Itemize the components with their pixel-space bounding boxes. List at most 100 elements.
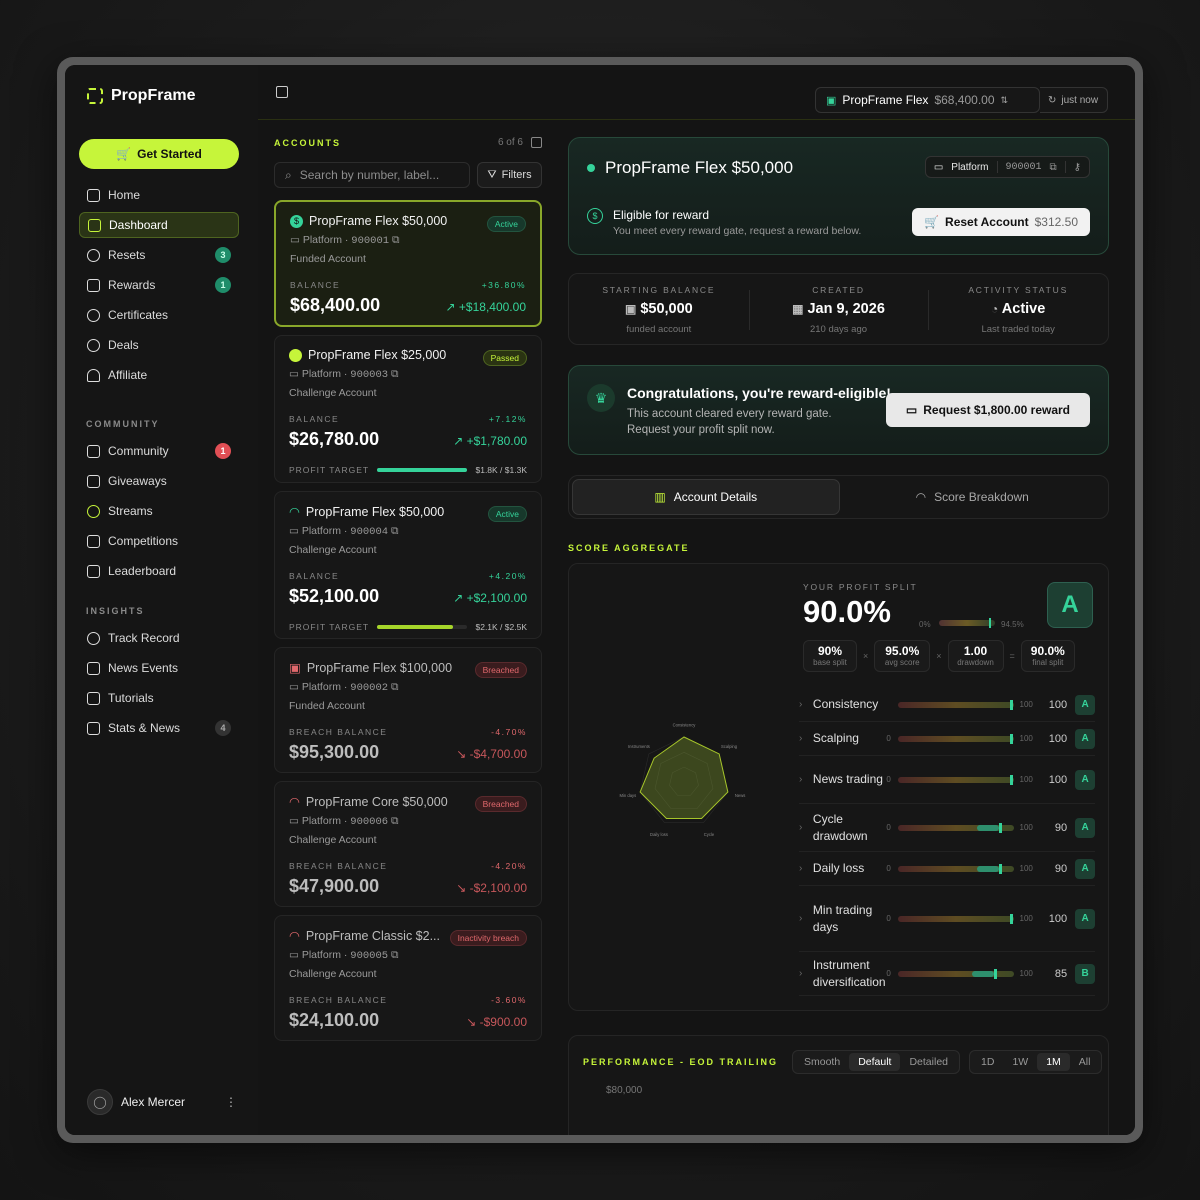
copy-icon[interactable]: ⧉ bbox=[391, 949, 399, 961]
radar-label: Consistency bbox=[673, 722, 697, 727]
sidebar-item-stats-news[interactable]: Stats & News 4 bbox=[79, 715, 239, 741]
range-1m[interactable]: 1M bbox=[1037, 1053, 1070, 1071]
search-input[interactable]: ⌕ Search by number, label... bbox=[274, 162, 470, 188]
copy-icon[interactable]: ⧉ bbox=[391, 681, 399, 693]
main-content: ▣ PropFrame Flex $68,400.00 ⇅ ↻ just now … bbox=[258, 65, 1135, 1135]
device-frame: PropFrame 🛒 Get Started Home Dashboard Re… bbox=[57, 57, 1143, 1143]
users-icon bbox=[87, 368, 100, 382]
range-toggle: 1D 1W 1M All bbox=[969, 1050, 1103, 1074]
score-row[interactable]: › Daily loss 0 100 90 A bbox=[799, 852, 1096, 886]
sidebar-toggle-icon[interactable] bbox=[276, 86, 288, 98]
eligibility-notice: $ Eligible for reward You meet every rewa… bbox=[587, 208, 861, 237]
range-1d[interactable]: 1D bbox=[972, 1053, 1003, 1071]
sidebar-item-certificates[interactable]: Certificates bbox=[79, 302, 239, 328]
sidebar-item-news-events[interactable]: News Events bbox=[79, 655, 239, 681]
key-icon[interactable]: ⚷ bbox=[1074, 162, 1081, 173]
sidebar-item-leaderboard[interactable]: Leaderboard bbox=[79, 558, 239, 584]
sidebar-item-home[interactable]: Home bbox=[79, 182, 239, 208]
score-row[interactable]: › Cycle drawdown 0 100 90 A bbox=[799, 804, 1096, 852]
stat-activity-status: ACTIVITY STATUS ◔ Active Last traded today bbox=[928, 274, 1108, 344]
sidebar-item-giveaways[interactable]: Giveaways bbox=[79, 468, 239, 494]
grade-badge: B bbox=[1075, 963, 1096, 984]
account-stats: STARTING BALANCE ▣ $50,000 funded account … bbox=[568, 273, 1109, 345]
tab-score-breakdown[interactable]: ◠ Score Breakdown bbox=[840, 479, 1106, 515]
sidebar-item-streams[interactable]: Streams bbox=[79, 498, 239, 524]
sidebar-item-dashboard[interactable]: Dashboard bbox=[79, 212, 239, 238]
more-vertical-icon[interactable]: ⋮ bbox=[225, 1095, 237, 1109]
range-all[interactable]: All bbox=[1070, 1053, 1100, 1071]
performance-panel: PERFORMANCE - EOD TRAILING Smooth Defaul… bbox=[568, 1035, 1109, 1135]
count-badge: 1 bbox=[215, 277, 231, 293]
copy-icon[interactable]: ⧉ bbox=[1050, 162, 1057, 173]
mode-smooth[interactable]: Smooth bbox=[795, 1053, 849, 1071]
logo-icon bbox=[87, 88, 103, 104]
topbar: ▣ PropFrame Flex $68,400.00 ⇅ ↻ just now bbox=[258, 65, 1135, 120]
range-1w[interactable]: 1W bbox=[1003, 1053, 1037, 1071]
status-badge: Active bbox=[486, 216, 526, 232]
community-heading: COMMUNITY bbox=[86, 419, 160, 429]
copy-icon[interactable]: ⧉ bbox=[391, 525, 399, 537]
sidebar-item-community[interactable]: Community 1 bbox=[79, 438, 239, 464]
sidebar-item-track-record[interactable]: Track Record bbox=[79, 625, 239, 651]
home-icon bbox=[87, 188, 100, 202]
account-card[interactable]: ◠ PropFrame Flex $50,000 Active ▭ Platfor… bbox=[274, 491, 542, 639]
score-rows: › Consistency 100 100 A › Scalping 0 100 … bbox=[799, 688, 1096, 996]
request-reward-button[interactable]: ▭ Request $1,800.00 reward bbox=[885, 393, 1090, 427]
stat-created: CREATED ▦ Jan 9, 2026 210 days ago bbox=[748, 274, 929, 344]
filters-button[interactable]: ⛛ Filters bbox=[477, 162, 542, 188]
trend-down-icon: ↘ bbox=[466, 1015, 477, 1029]
refresh-button[interactable]: ↻ just now bbox=[1040, 87, 1108, 113]
progress-bar bbox=[377, 625, 468, 629]
gauge-icon: ◠ bbox=[289, 505, 300, 519]
account-card[interactable]: $ PropFrame Flex $50,000 Active ▭ Platfor… bbox=[274, 200, 542, 327]
score-value: 90 bbox=[1054, 821, 1068, 834]
score-row[interactable]: › Instrument diversification 0 100 85 B bbox=[799, 952, 1096, 996]
account-hero: PropFrame Flex $50,000 ▭ Platform 900001 … bbox=[568, 137, 1109, 255]
sidebar-item-resets[interactable]: Resets 3 bbox=[79, 242, 239, 268]
user-menu[interactable]: ◯ Alex Mercer ⋮ bbox=[87, 1089, 237, 1115]
score-row[interactable]: › News trading 0 100 100 A bbox=[799, 756, 1096, 804]
reward-banner: ♛ Congratulations, you're reward-eligibl… bbox=[568, 365, 1109, 455]
tab-account-details[interactable]: ▥ Account Details bbox=[572, 479, 840, 515]
score-row[interactable]: › Scalping 0 100 100 A bbox=[799, 722, 1096, 756]
user-name: Alex Mercer bbox=[121, 1095, 186, 1109]
account-card[interactable]: ◠ PropFrame Core $50,000 Breached ▭ Platf… bbox=[274, 781, 542, 907]
sidebar-item-tutorials[interactable]: Tutorials bbox=[79, 685, 239, 711]
trend-up-icon: ↗ bbox=[445, 300, 456, 314]
copy-icon[interactable]: ⧉ bbox=[392, 234, 400, 246]
account-card[interactable]: ▣ PropFrame Flex $100,000 Breached ▭ Plat… bbox=[274, 647, 542, 773]
status-badge: Inactivity breach bbox=[449, 930, 527, 946]
sidebar-item-competitions[interactable]: Competitions bbox=[79, 528, 239, 554]
score-bar bbox=[898, 822, 1014, 833]
mode-default[interactable]: Default bbox=[849, 1053, 901, 1071]
video-icon bbox=[87, 691, 100, 705]
collapse-panel-icon[interactable] bbox=[531, 137, 542, 148]
calendar-x-icon: ▣ bbox=[289, 661, 301, 675]
radar-label: Min days bbox=[619, 793, 636, 798]
logo[interactable]: PropFrame bbox=[87, 87, 195, 105]
sidebar-item-rewards[interactable]: Rewards 1 bbox=[79, 272, 239, 298]
stat-starting-balance: STARTING BALANCE ▣ $50,000 funded account bbox=[602, 285, 716, 335]
score-row[interactable]: › Min trading days 0 100 100 A bbox=[799, 886, 1096, 952]
get-started-button[interactable]: 🛒 Get Started bbox=[79, 139, 239, 169]
mode-detailed[interactable]: Detailed bbox=[900, 1053, 957, 1071]
account-detail-panel: PropFrame Flex $50,000 ▭ Platform 900001 … bbox=[568, 137, 1109, 1011]
account-selector[interactable]: ▣ PropFrame Flex $68,400.00 ⇅ bbox=[815, 87, 1040, 113]
chevron-updown-icon: ⇅ bbox=[1000, 94, 1009, 105]
progress-bar bbox=[377, 468, 468, 472]
account-card[interactable]: PropFrame Flex $25,000 Passed ▭ Platform… bbox=[274, 335, 542, 483]
sidebar-item-deals[interactable]: Deals bbox=[79, 332, 239, 358]
grid-icon bbox=[88, 218, 101, 232]
sidebar-item-affiliate[interactable]: Affiliate bbox=[79, 362, 239, 388]
score-panel: Consistency Scalping News Cycle Daily loss Mi… bbox=[568, 563, 1109, 1011]
account-card[interactable]: ◠ PropFrame Classic $2... Inactivity brea… bbox=[274, 915, 542, 1041]
reset-account-button[interactable]: 🛒 Reset Account $312.50 bbox=[912, 208, 1090, 236]
score-bar bbox=[898, 699, 1014, 710]
chart-icon: ▥ bbox=[654, 490, 666, 504]
copy-icon[interactable]: ⧉ bbox=[391, 815, 399, 827]
dollar-circle-icon: $ bbox=[587, 208, 603, 224]
platform-chip: ▭ Platform 900001 ⧉ ⚷ bbox=[924, 156, 1090, 178]
score-row[interactable]: › Consistency 100 100 A bbox=[799, 688, 1096, 722]
copy-icon[interactable]: ⧉ bbox=[391, 368, 399, 380]
score-bar bbox=[898, 968, 1014, 979]
